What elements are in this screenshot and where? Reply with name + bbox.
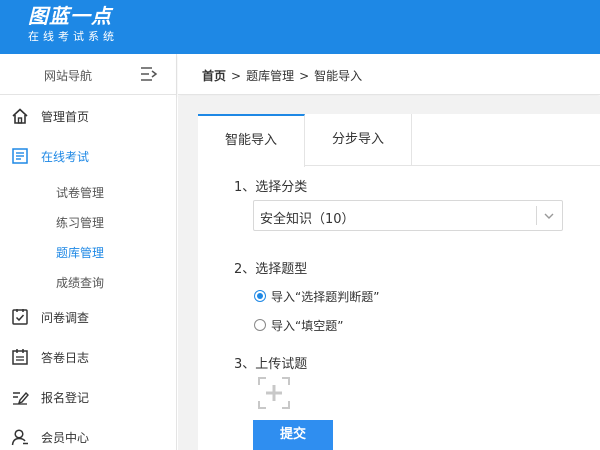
sidebar-subitem-practice[interactable]: 练习管理 — [56, 214, 104, 231]
sidebar-subitem-scores[interactable]: 成绩查询 — [56, 274, 104, 291]
radio-button[interactable] — [254, 319, 266, 331]
select-divider — [536, 206, 537, 225]
sidebar-subitem-paper[interactable]: 试卷管理 — [56, 184, 104, 201]
menu-collapse-icon[interactable] — [140, 66, 158, 82]
brand-title: 图蓝一点 — [28, 4, 112, 28]
sidebar-item-answer-log[interactable]: 答卷日志 — [0, 337, 177, 377]
step3-label: 3、上传试题 — [234, 357, 308, 372]
category-select[interactable]: 安全知识（10） — [253, 200, 563, 231]
upload-add-icon[interactable] — [258, 377, 290, 409]
breadcrumb-separator: > — [299, 69, 310, 83]
tab-bar: 智能导入 分步导入 — [198, 114, 600, 167]
radio-button[interactable] — [254, 290, 266, 302]
log-calendar-icon — [12, 349, 28, 365]
breadcrumb-current: 智能导入 — [314, 69, 363, 83]
tab-step-import[interactable]: 分步导入 — [305, 114, 412, 166]
sidebar-item-label: 管理首页 — [41, 110, 90, 124]
sidebar-item-label: 会员中心 — [41, 431, 90, 445]
sidebar: 网站导航 管理首页 在线考试 试卷管理 练习管理 题库管理 成绩查询 问卷调查 … — [0, 54, 177, 450]
sidebar-item-home[interactable]: 管理首页 — [0, 96, 177, 136]
sidebar-item-label: 答卷日志 — [41, 351, 90, 365]
tab-smart-import[interactable]: 智能导入 — [198, 114, 305, 167]
sidebar-header-label: 网站导航 — [44, 69, 93, 83]
home-icon — [12, 108, 28, 124]
sidebar-item-label: 报名登记 — [41, 391, 90, 405]
brand-subtitle: 在线考试系统 — [28, 30, 118, 43]
top-bar: 图蓝一点 在线考试系统 — [0, 0, 600, 54]
step2-label: 2、选择题型 — [234, 262, 308, 277]
sidebar-item-registration[interactable]: 报名登记 — [0, 377, 177, 417]
radio-label: 导入“填空题” — [271, 319, 344, 333]
user-icon — [11, 429, 28, 446]
step1-label: 1、选择分类 — [234, 180, 308, 195]
exam-list-icon — [12, 148, 28, 164]
sidebar-item-online-exam[interactable]: 在线考试 — [0, 136, 177, 176]
sidebar-item-member-center[interactable]: 会员中心 — [0, 417, 177, 450]
sidebar-header: 网站导航 — [0, 54, 177, 95]
breadcrumb-home[interactable]: 首页 — [202, 69, 226, 83]
brand-logo[interactable]: 图蓝一点 在线考试系统 — [28, 4, 118, 45]
sidebar-subitem-question-bank[interactable]: 题库管理 — [56, 244, 104, 261]
breadcrumb-question-bank[interactable]: 题库管理 — [246, 69, 294, 83]
chevron-down-icon — [544, 213, 554, 219]
submit-button[interactable]: 提交 — [253, 420, 333, 450]
sidebar-item-label: 问卷调查 — [41, 311, 90, 325]
radio-label: 导入“选择题判断题” — [271, 290, 380, 304]
survey-check-icon — [12, 309, 28, 325]
sidebar-item-survey[interactable]: 问卷调查 — [0, 297, 177, 337]
breadcrumb-bar: 首页 > 题库管理 > 智能导入 — [178, 54, 600, 95]
sidebar-item-label: 在线考试 — [41, 150, 90, 164]
category-select-value: 安全知识（10） — [260, 212, 355, 227]
breadcrumb-separator: > — [231, 69, 242, 83]
sign-pen-icon — [13, 391, 29, 405]
breadcrumb: 首页 > 题库管理 > 智能导入 — [202, 67, 362, 84]
